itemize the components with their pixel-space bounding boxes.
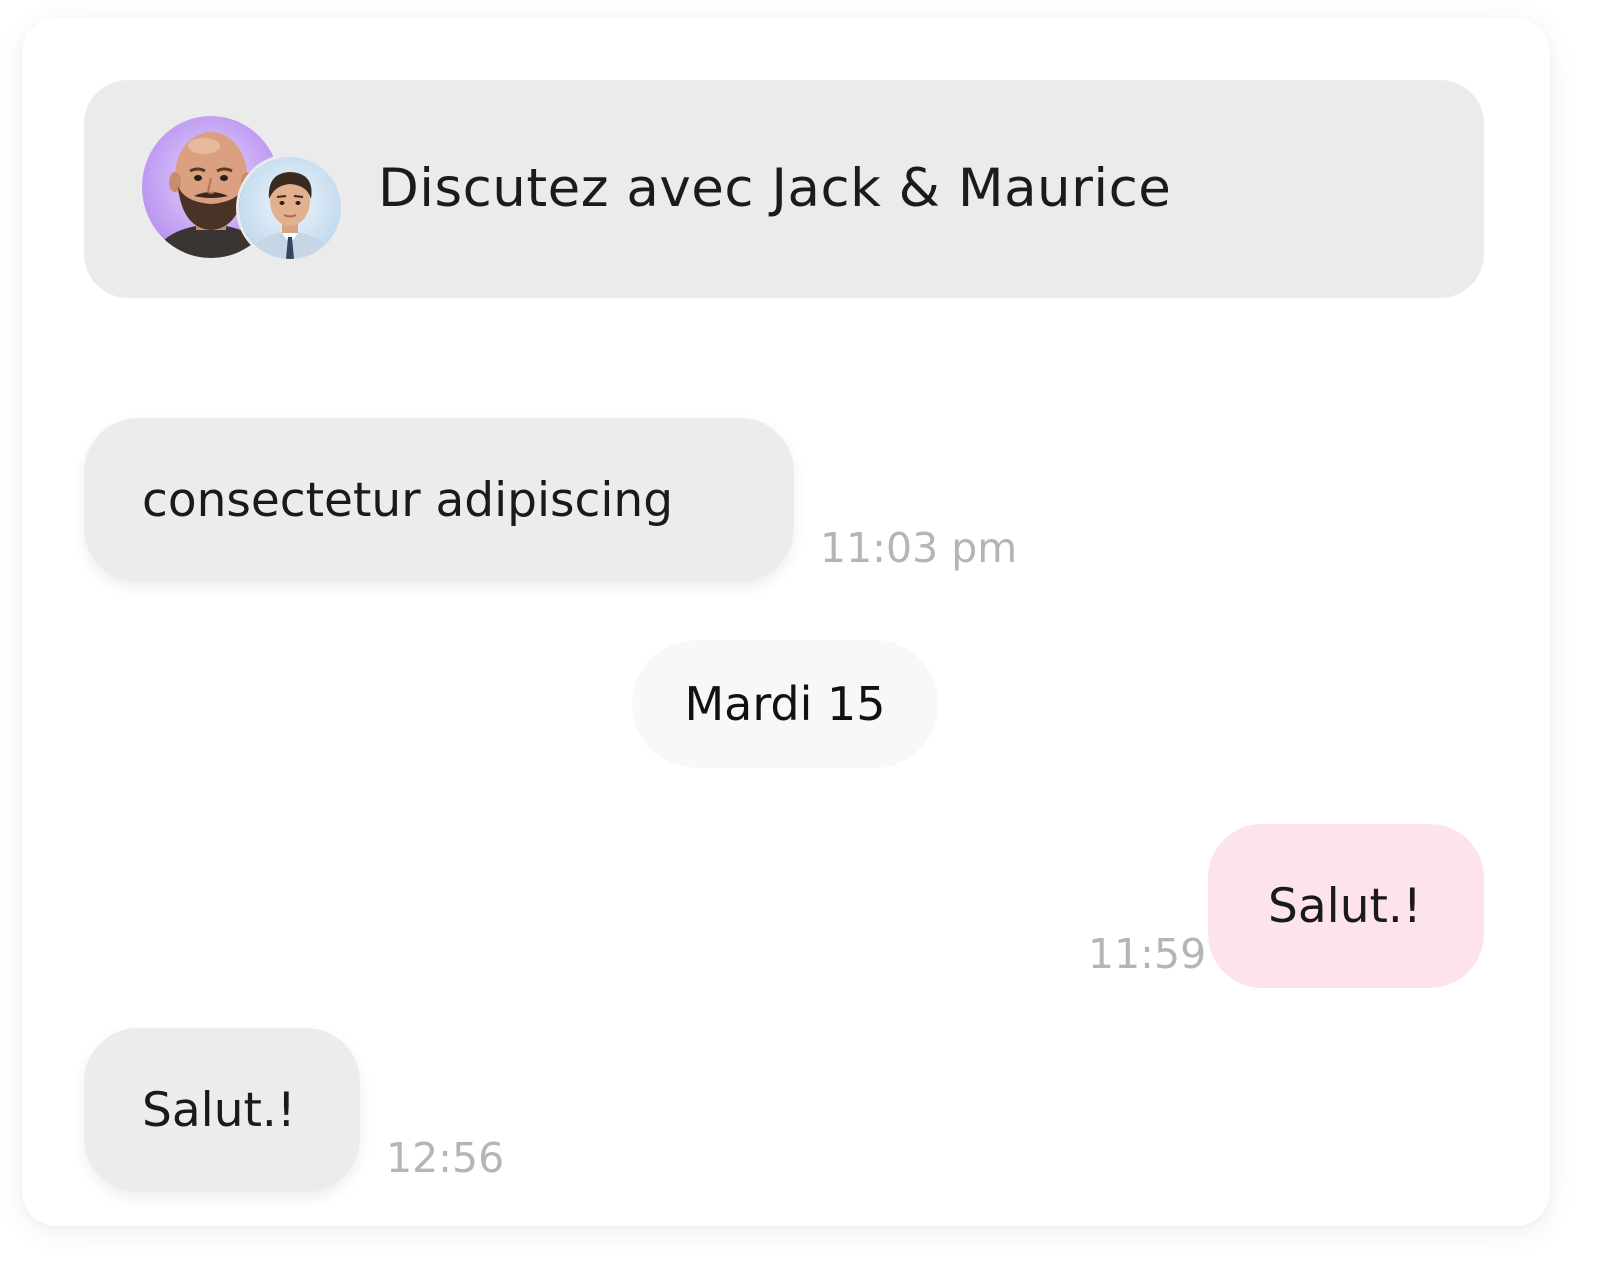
chat-title: Discutez avec Jack & Maurice — [378, 158, 1172, 219]
message-text: consectetur adipiscing — [142, 472, 674, 528]
message-timestamp: 12:56 — [386, 1134, 505, 1182]
chat-header[interactable]: Discutez avec Jack & Maurice — [84, 80, 1484, 298]
maurice-avatar-icon — [236, 154, 344, 262]
incoming-message-bubble[interactable]: Salut.! — [84, 1028, 360, 1192]
date-separator: Mardi 15 — [632, 640, 938, 768]
message-text: Salut.! — [142, 1082, 296, 1138]
message-timestamp: 11:03 pm — [820, 524, 1018, 572]
message-timestamp: 11:59 — [1088, 930, 1207, 978]
outgoing-message-bubble[interactable]: Salut.! — [1208, 824, 1484, 988]
message-text: Salut.! — [1268, 878, 1422, 934]
incoming-message-bubble[interactable]: consectetur adipiscing — [84, 418, 794, 582]
